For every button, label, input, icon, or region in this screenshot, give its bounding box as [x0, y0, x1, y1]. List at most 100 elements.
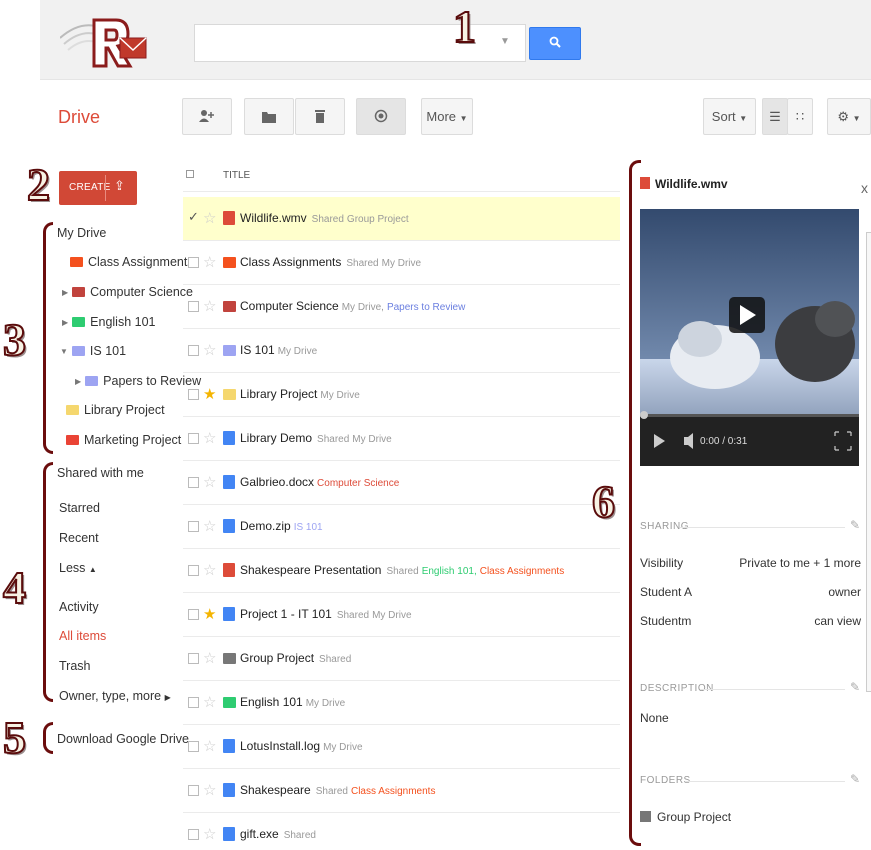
- file-name[interactable]: Shakespeare Shared Class Assignments: [240, 783, 435, 797]
- row-checkbox[interactable]: [188, 521, 199, 532]
- preview-button[interactable]: [356, 98, 406, 135]
- collapse-icon[interactable]: ▼: [60, 347, 68, 356]
- star-icon[interactable]: ★: [203, 605, 216, 623]
- file-name[interactable]: Project 1 - IT 101 Shared My Drive: [240, 607, 412, 621]
- row-checkbox[interactable]: [188, 829, 199, 840]
- file-name[interactable]: Library Demo Shared My Drive: [240, 431, 392, 445]
- nav-folder-marketing-project[interactable]: Marketing Project: [66, 433, 181, 447]
- row-checkbox[interactable]: [188, 741, 199, 752]
- table-row[interactable]: ★ Library Project My Drive: [183, 373, 620, 417]
- row-checkbox[interactable]: ✓: [188, 209, 199, 224]
- location-link[interactable]: Papers to Review: [387, 302, 465, 313]
- drive-label[interactable]: Drive: [58, 107, 100, 128]
- file-name[interactable]: Library Project My Drive: [240, 387, 360, 401]
- star-icon[interactable]: ☆: [203, 341, 216, 359]
- details-scrollbar[interactable]: [866, 232, 871, 692]
- search-button[interactable]: [529, 27, 581, 60]
- star-icon[interactable]: ☆: [203, 825, 216, 843]
- location-link[interactable]: My Drive: [372, 610, 411, 621]
- nav-starred[interactable]: Starred: [59, 501, 100, 515]
- file-name[interactable]: Galbrieo.docx Computer Science: [240, 475, 399, 489]
- table-row[interactable]: ☆ Shakespeare Presentation Shared English 1…: [183, 549, 620, 593]
- location-link[interactable]: Group Project: [347, 214, 409, 225]
- star-icon[interactable]: ☆: [203, 737, 216, 755]
- location-link[interactable]: My Drive: [320, 390, 359, 401]
- search-options-dropdown[interactable]: ▼: [500, 36, 510, 47]
- row-checkbox[interactable]: [188, 609, 199, 620]
- table-row[interactable]: ☆ Galbrieo.docx Computer Science: [183, 461, 620, 505]
- star-icon[interactable]: ☆: [203, 297, 216, 315]
- expand-icon[interactable]: ▶: [62, 318, 68, 327]
- location-link[interactable]: Class Assignments: [480, 566, 564, 577]
- nav-recent[interactable]: Recent: [59, 531, 99, 545]
- file-name[interactable]: IS 101 My Drive: [240, 343, 317, 357]
- location-link[interactable]: English 101,: [422, 566, 477, 577]
- table-row[interactable]: ☆ English 101 My Drive: [183, 681, 620, 725]
- more-menu-button[interactable]: More ▼: [421, 98, 473, 135]
- location-link[interactable]: My Drive: [278, 346, 317, 357]
- location-link[interactable]: Computer Science: [317, 478, 399, 489]
- table-row[interactable]: ☆ Demo.zip IS 101: [183, 505, 620, 549]
- star-icon[interactable]: ☆: [203, 209, 216, 227]
- nav-folder-computer-science[interactable]: ▶ Computer Science: [62, 285, 193, 299]
- location-link[interactable]: My Drive: [382, 258, 421, 269]
- row-checkbox[interactable]: [188, 389, 199, 400]
- organize-button[interactable]: [244, 98, 294, 135]
- create-button[interactable]: CREATE ⇪: [59, 171, 137, 205]
- file-name[interactable]: English 101 My Drive: [240, 695, 345, 709]
- row-checkbox[interactable]: [188, 565, 199, 576]
- close-icon[interactable]: x: [861, 180, 868, 196]
- row-checkbox[interactable]: [188, 653, 199, 664]
- table-row[interactable]: ★ Project 1 - IT 101 Shared My Drive: [183, 593, 620, 637]
- row-checkbox[interactable]: [188, 345, 199, 356]
- file-name[interactable]: Demo.zip IS 101: [240, 519, 323, 533]
- nav-less-toggle[interactable]: Less ▲: [59, 561, 97, 575]
- row-checkbox[interactable]: [188, 301, 199, 312]
- table-row[interactable]: ☆ Shakespeare Shared Class Assignments: [183, 769, 620, 813]
- edit-sharing-icon[interactable]: ✎: [850, 518, 860, 532]
- table-row[interactable]: ☆ LotusInstall.log My Drive: [183, 725, 620, 769]
- location-link[interactable]: IS 101: [294, 522, 323, 533]
- row-checkbox[interactable]: [188, 477, 199, 488]
- remove-button[interactable]: [295, 98, 345, 135]
- search-input[interactable]: [194, 24, 526, 62]
- nav-owner-type-more[interactable]: Owner, type, more ▶: [59, 689, 171, 703]
- nav-folder-english-101[interactable]: ▶ English 101: [62, 315, 155, 329]
- star-icon[interactable]: ☆: [203, 649, 216, 667]
- location-link[interactable]: My Drive: [323, 742, 362, 753]
- edit-folders-icon[interactable]: ✎: [850, 772, 860, 786]
- location-link[interactable]: My Drive: [306, 698, 345, 709]
- row-checkbox[interactable]: [188, 785, 199, 796]
- sort-button[interactable]: Sort ▼: [703, 98, 756, 135]
- table-row[interactable]: ☆ gift.exe Shared: [183, 813, 620, 850]
- row-checkbox[interactable]: [188, 257, 199, 268]
- file-name[interactable]: Class Assignments Shared My Drive: [240, 255, 421, 269]
- file-name[interactable]: Shakespeare Presentation Shared English 10…: [240, 563, 564, 577]
- select-all-checkbox[interactable]: [186, 170, 194, 178]
- grid-view-button[interactable]: ∷: [787, 98, 813, 135]
- location-link[interactable]: My Drive,: [342, 302, 384, 313]
- star-icon[interactable]: ☆: [203, 781, 216, 799]
- row-checkbox[interactable]: [188, 697, 199, 708]
- table-row[interactable]: ☆ IS 101 My Drive: [183, 329, 620, 373]
- nav-folder-library-project[interactable]: Library Project: [66, 403, 165, 417]
- star-icon[interactable]: ☆: [203, 693, 216, 711]
- download-google-drive-link[interactable]: Download Google Drive: [57, 732, 189, 746]
- nav-trash[interactable]: Trash: [59, 659, 91, 673]
- row-checkbox[interactable]: [188, 433, 199, 444]
- nav-folder-is-101[interactable]: ▼ IS 101: [60, 344, 126, 358]
- star-icon[interactable]: ☆: [203, 561, 216, 579]
- share-button[interactable]: [182, 98, 232, 135]
- file-name[interactable]: Group Project Shared: [240, 651, 351, 665]
- expand-icon[interactable]: ▶: [62, 288, 68, 297]
- folder-entry[interactable]: Group Project: [640, 810, 731, 824]
- table-row[interactable]: ☆ Library Demo Shared My Drive: [183, 417, 620, 461]
- star-icon[interactable]: ☆: [203, 429, 216, 447]
- star-icon[interactable]: ★: [203, 385, 216, 403]
- table-row[interactable]: ☆ Group Project Shared: [183, 637, 620, 681]
- location-link[interactable]: Class Assignments: [351, 786, 435, 797]
- star-icon[interactable]: ☆: [203, 473, 216, 491]
- settings-button[interactable]: ⚙ ▼: [827, 98, 871, 135]
- file-name[interactable]: gift.exe Shared: [240, 827, 316, 841]
- nav-shared-with-me[interactable]: Shared with me: [57, 466, 144, 480]
